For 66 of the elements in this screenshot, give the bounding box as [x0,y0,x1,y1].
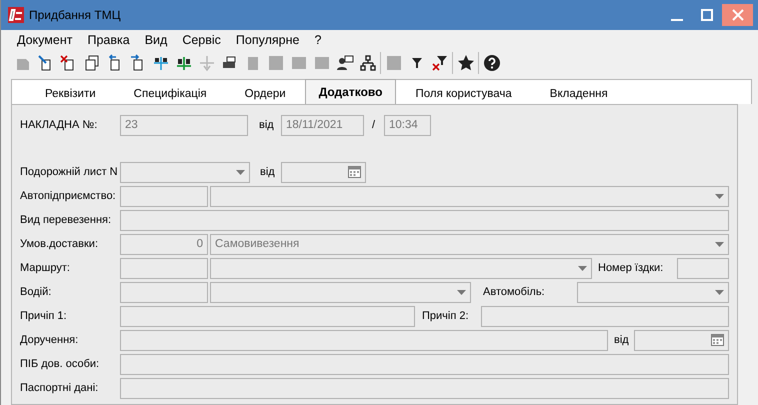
text-field[interactable] [481,306,729,326]
tab[interactable]: Поля користувача [396,82,531,104]
text-field[interactable] [677,258,729,278]
text-field[interactable]: 10:34 [384,114,431,136]
calendar-icon[interactable] [348,166,361,178]
number-field[interactable]: 0 [120,234,208,254]
text-field[interactable] [120,210,729,230]
field-label: Вид перевезення: [20,214,112,226]
field-label: Паспортні дані: [20,382,100,394]
date-field[interactable] [281,162,366,182]
text-field[interactable] [120,354,729,374]
close-icon [732,9,744,21]
text-field[interactable]: 23 [120,114,248,136]
minimize-icon [671,19,683,21]
text-field[interactable] [120,186,208,206]
dropdown-field[interactable] [210,186,729,206]
field-label: Причіп 2: [422,310,470,322]
field-label: Маршрут: [20,262,71,274]
tab[interactable]: Вкладення [530,82,627,104]
field-label: Автомобіль: [483,286,546,298]
field-label: Доручення: [20,334,80,346]
field-label: / [372,119,376,131]
field-label: Водій: [20,286,52,298]
dropdown-caret-icon[interactable] [457,290,466,294]
date-field[interactable] [634,330,729,350]
field-label: від [260,166,276,178]
dropdown-caret-icon[interactable] [715,242,724,246]
menu-item[interactable]: Документ [17,32,72,46]
field-label: Причіп 1: [20,310,68,322]
dropdown-field[interactable] [210,258,592,278]
field-label: від [614,334,630,346]
menu-item[interactable]: ? [314,32,322,46]
menu-item[interactable]: Популярне [236,32,300,46]
dropdown-caret-icon[interactable] [715,290,724,294]
text-field[interactable] [120,282,208,302]
menu-item[interactable]: Правка [87,32,130,46]
dropdown-field[interactable] [120,162,250,182]
field-label: Номер їздки: [598,262,664,274]
dropdown-caret-icon[interactable] [236,170,245,174]
dropdown-caret-icon[interactable] [578,266,587,270]
dropdown-caret-icon[interactable] [715,194,724,198]
maximize-icon [701,9,713,21]
field-label: від [259,119,275,131]
dropdown-field[interactable] [210,282,471,302]
menu-item[interactable]: Сервіс [182,32,221,46]
close-button[interactable] [722,4,753,26]
field-label: Автопідприємство: [20,190,117,202]
field-label: ПІБ дов. особи: [20,358,100,370]
field-label: Умов.доставки: [20,238,99,250]
app-logo-icon [8,7,24,23]
dropdown-field[interactable]: Самовивезення [210,234,729,254]
field-label: Подорожній лист N [20,166,119,178]
tab[interactable]: Реквізити [26,82,115,104]
calendar-icon[interactable] [711,334,724,346]
text-field[interactable]: 18/11/2021 [281,114,364,136]
dropdown-field[interactable] [577,282,729,302]
tab[interactable]: Ордери [226,82,305,104]
menu-item[interactable]: Вид [144,32,168,46]
tab[interactable]: Додатково [304,79,396,104]
window-title: Придбання ТМЦ [29,8,122,22]
text-field[interactable] [120,306,415,326]
text-field[interactable] [120,258,208,278]
tab[interactable]: Специфікація [114,82,226,104]
text-field[interactable] [120,378,729,398]
text-field[interactable] [120,330,608,350]
field-label: НАКЛАДНА №: [20,119,98,131]
